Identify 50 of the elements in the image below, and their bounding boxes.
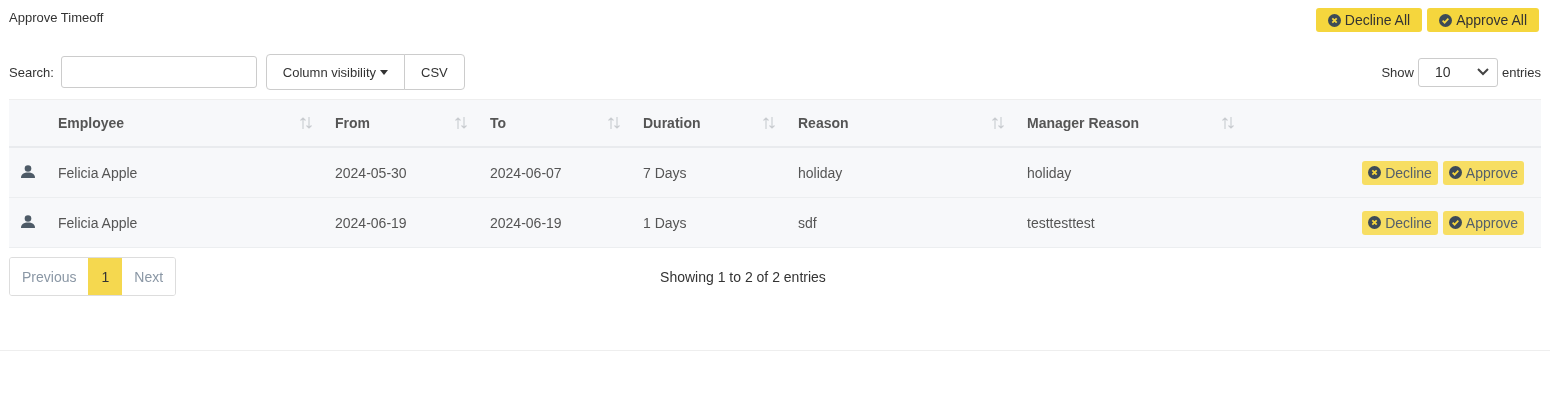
column-header[interactable]: Employee: [58, 115, 125, 131]
approve-all-button[interactable]: Approve All: [1427, 8, 1539, 32]
sort-icon[interactable]: [454, 116, 468, 130]
table-cell: 2024-06-19: [490, 214, 562, 231]
caret-icon: [380, 69, 388, 75]
table-cell: 7 Days: [643, 164, 687, 181]
check-circle-icon: [1439, 13, 1453, 27]
table-cell: 2024-05-30: [335, 164, 407, 181]
pagination-button[interactable]: 1: [88, 258, 123, 295]
table-cell: 2024-06-07: [490, 164, 562, 181]
table-cell: 2024-06-19: [335, 214, 407, 231]
table-cell: Felicia Apple: [58, 214, 138, 231]
decline-button[interactable]: Decline: [1362, 160, 1438, 185]
table-info: Showing 1 to 2 of 2 entries: [660, 268, 826, 285]
table-cell: sdf: [798, 214, 817, 231]
sort-icon[interactable]: [762, 116, 776, 130]
entries-label: entries: [1501, 64, 1541, 80]
close-circle-icon: [1368, 216, 1382, 229]
user-icon: [21, 214, 35, 228]
close-circle-icon: [1327, 13, 1341, 27]
check-circle-icon: [1448, 216, 1462, 229]
sort-icon[interactable]: [299, 116, 313, 130]
table-cell: holiday: [1027, 164, 1072, 181]
column-header[interactable]: Manager Reason: [1027, 115, 1140, 131]
sort-icon[interactable]: [1221, 116, 1235, 130]
show-label: Show: [1381, 64, 1414, 80]
column-header[interactable]: Reason: [798, 115, 849, 131]
page-title: Approve Timeoff: [9, 10, 104, 25]
approve-button[interactable]: Approve: [1442, 160, 1524, 185]
user-icon: [21, 164, 35, 178]
toolbar-button[interactable]: CSV: [404, 54, 465, 90]
close-circle-icon: [1368, 166, 1382, 179]
column-header[interactable]: Duration: [643, 115, 701, 131]
sort-icon[interactable]: [991, 116, 1005, 130]
approve-button[interactable]: Approve: [1442, 210, 1524, 235]
search-label: Search:: [9, 64, 54, 80]
table-cell: Felicia Apple: [58, 164, 138, 181]
sort-icon[interactable]: [607, 116, 621, 130]
decline-all-button[interactable]: Decline All: [1315, 8, 1423, 32]
column-header[interactable]: From: [335, 115, 370, 131]
table-cell: 1 Days: [643, 214, 687, 231]
column-header[interactable]: To: [490, 115, 507, 131]
page-length-select[interactable]: 10: [1417, 57, 1498, 87]
table-cell: holiday: [798, 164, 843, 181]
check-circle-icon: [1448, 166, 1462, 179]
search-field[interactable]: [60, 56, 257, 88]
toolbar-button[interactable]: Column visibility: [265, 54, 405, 90]
table-cell: testtesttest: [1027, 214, 1095, 231]
chevron-down-icon: [1476, 68, 1489, 76]
decline-button[interactable]: Decline: [1362, 210, 1438, 235]
